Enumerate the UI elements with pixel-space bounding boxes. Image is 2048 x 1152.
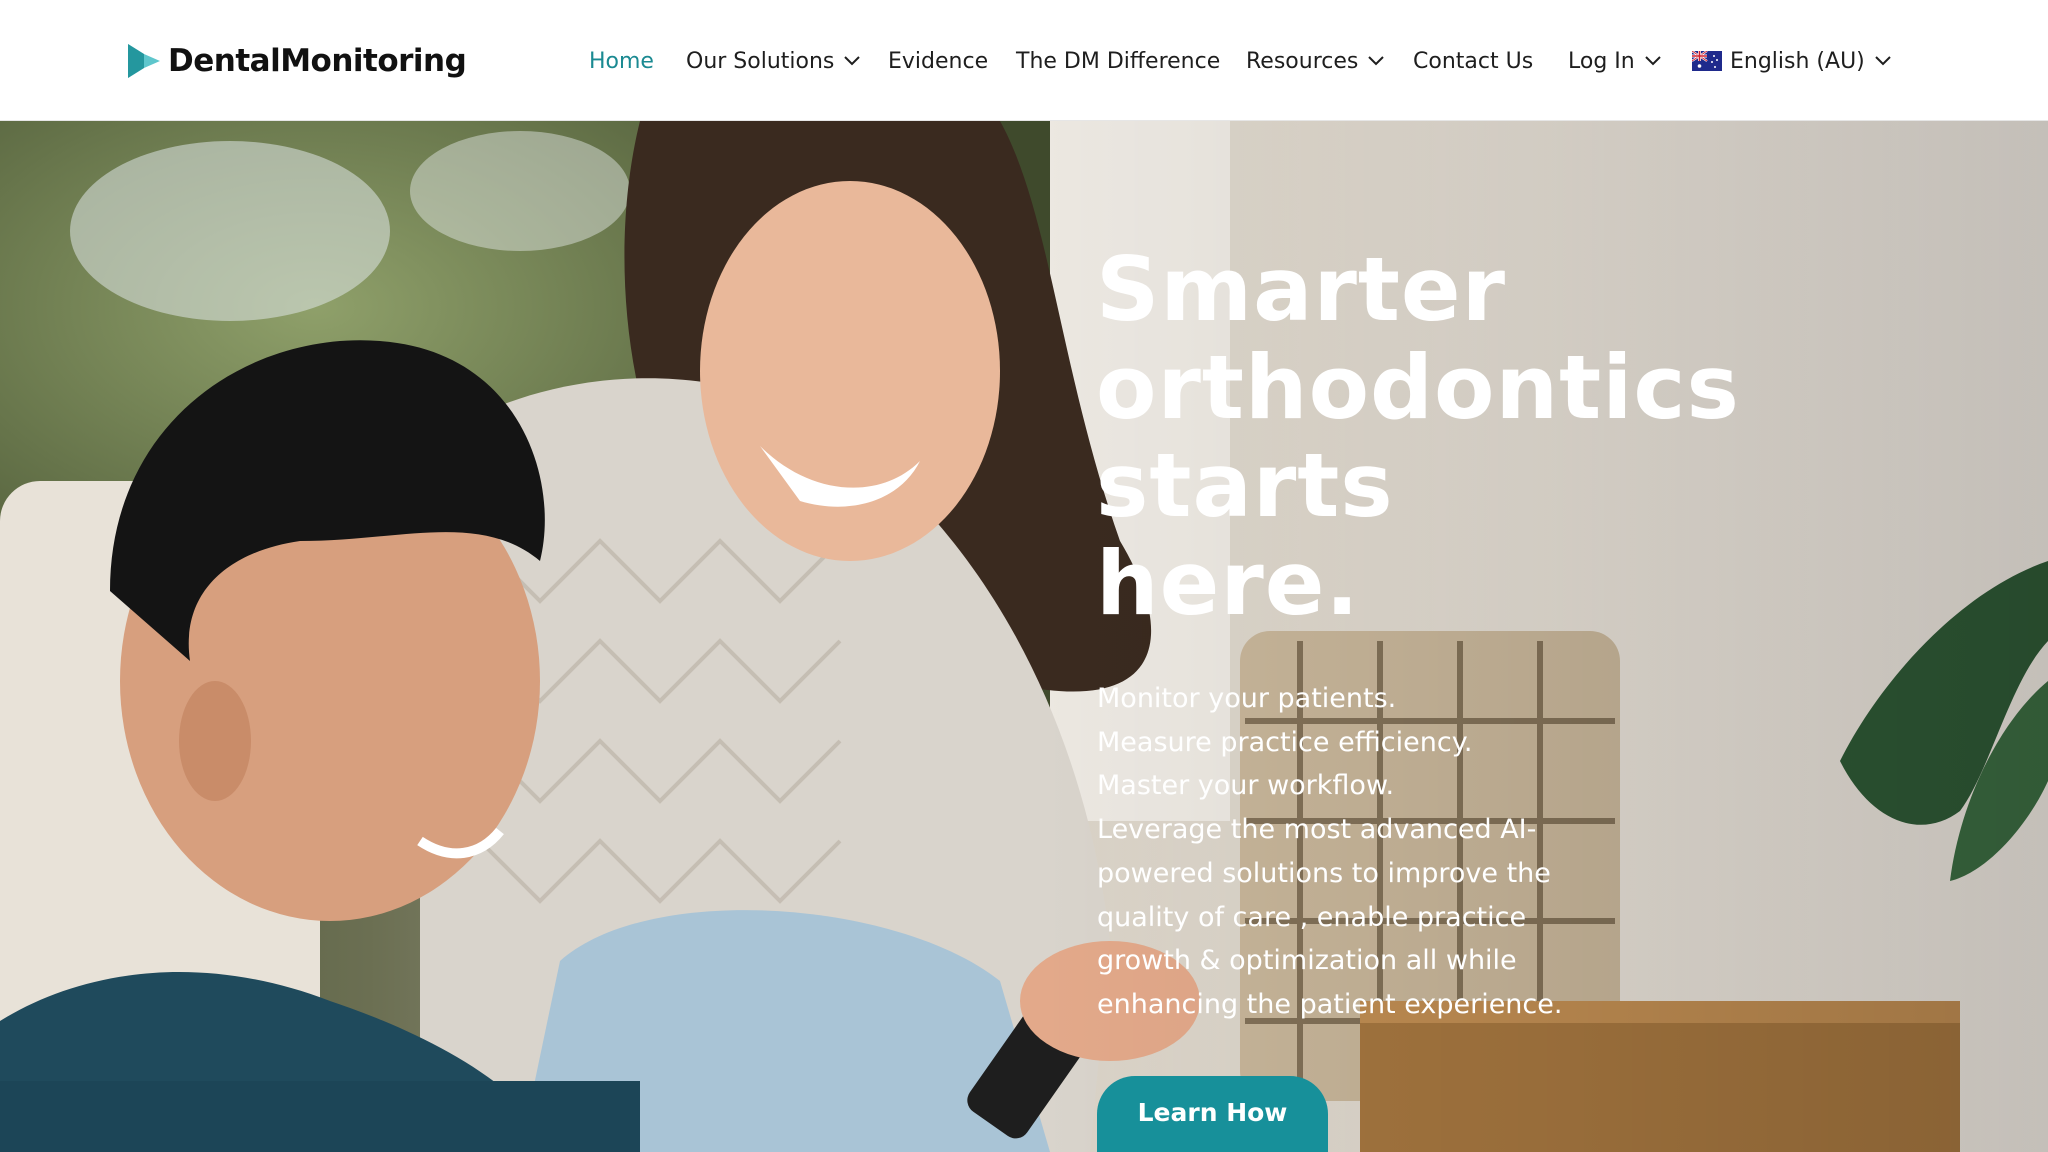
hero-description-line: Master your workflow. xyxy=(1097,770,1395,802)
nav-item-dm-difference[interactable]: The DM Difference xyxy=(1016,44,1220,78)
hero-description-line: Leverage the most advanced AI- xyxy=(1097,814,1537,846)
nav-item-label: The DM Difference xyxy=(1016,48,1221,74)
chevron-down-icon xyxy=(1875,56,1891,66)
nav-item-label: Contact Us xyxy=(1413,48,1534,74)
nav-item-contact-us[interactable]: Contact Us xyxy=(1413,44,1533,78)
nav-item-label: Evidence xyxy=(888,48,989,74)
main-nav: Home Our Solutions Evidence The DM Diffe… xyxy=(0,0,2048,121)
hero-headline-line: orthodontics xyxy=(1096,336,1740,439)
hero-section: Smarter orthodontics starts here. Monito… xyxy=(0,121,2048,1152)
nav-item-our-solutions[interactable]: Our Solutions xyxy=(686,44,861,78)
login-label: Log In xyxy=(1568,48,1635,74)
hero-headline-line: starts xyxy=(1096,434,1394,537)
hero-headline-line: here. xyxy=(1096,532,1360,635)
nav-item-label: Home xyxy=(589,48,654,74)
hero-description-line: powered solutions to improve the xyxy=(1097,857,1551,889)
nav-item-resources[interactable]: Resources xyxy=(1246,44,1385,78)
hero-description: Monitor your patients. Measure practice … xyxy=(1097,677,1617,1027)
chevron-down-icon xyxy=(844,56,861,66)
chevron-down-icon xyxy=(1645,56,1661,66)
hero-description-line: Monitor your patients. xyxy=(1097,683,1397,714)
hero-description-line: Measure practice efficiency. xyxy=(1097,726,1473,758)
australia-flag-icon xyxy=(1692,51,1722,71)
hero-headline-line: Smarter xyxy=(1096,238,1507,341)
hero-description-line: enhancing the patient experience. xyxy=(1097,988,1563,1020)
hero-description-line: quality of care , enable practice xyxy=(1097,901,1527,933)
hero-headline: Smarter orthodontics starts here. xyxy=(1096,241,1856,633)
chevron-down-icon xyxy=(1368,56,1385,66)
learn-how-button[interactable]: Learn How xyxy=(1097,1076,1328,1152)
site-header: DentalMonitoring Home Our Solutions Evid… xyxy=(0,0,2048,121)
nav-item-home[interactable]: Home xyxy=(589,44,654,78)
nav-item-evidence[interactable]: Evidence xyxy=(888,44,988,78)
nav-item-label: Resources xyxy=(1246,48,1359,74)
login-dropdown[interactable]: Log In xyxy=(1568,44,1661,78)
hero-description-line: growth & optimization all while xyxy=(1097,945,1517,977)
language-selector[interactable]: English (AU) xyxy=(1692,44,1891,78)
nav-item-label: Our Solutions xyxy=(686,48,835,74)
language-label: English (AU) xyxy=(1730,48,1865,74)
